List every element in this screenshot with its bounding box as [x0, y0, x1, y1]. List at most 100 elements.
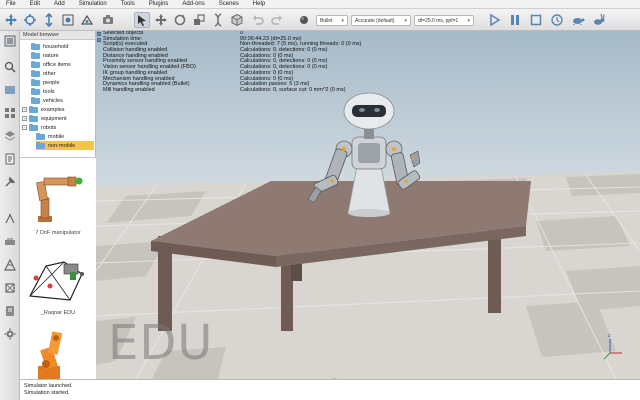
page-selector-icon[interactable] [3, 83, 17, 97]
menu-file[interactable]: File [6, 1, 16, 7]
calculation-modules-icon[interactable] [3, 212, 17, 226]
menu-tools[interactable]: Tools [121, 1, 135, 7]
menu-simulation[interactable]: Simulation [79, 1, 107, 7]
start-simulation-icon[interactable] [486, 12, 502, 28]
expand-icon[interactable]: + [22, 107, 27, 112]
edu-watermark: EDU [108, 315, 214, 371]
status-console: Simulator launched. Simulation started. [20, 379, 640, 400]
timestep-select[interactable]: dt=25.0 ms, ppf=1 ▾ [414, 15, 474, 26]
camera-angle-icon[interactable] [79, 12, 95, 28]
user-settings-icon[interactable] [3, 304, 17, 318]
script-editor-icon[interactable] [3, 152, 17, 166]
polygon-modules-icon[interactable] [3, 258, 17, 272]
tool-settings-icon[interactable] [3, 175, 17, 189]
move-camera-icon[interactable] [3, 12, 19, 28]
tree-item-vehicles[interactable]: vehicles [31, 96, 67, 105]
tree-item-equipment[interactable]: equipment [29, 114, 71, 123]
tree-item-people[interactable]: people [31, 78, 64, 87]
collection-modules-icon[interactable] [3, 235, 17, 249]
chevron-down-icon: ▾ [404, 17, 407, 24]
thumbnail-label-manipulator: 7 DoF manipulator [35, 230, 81, 236]
view-fit-icon[interactable] [60, 12, 76, 28]
layer-selector-icon[interactable] [3, 129, 17, 143]
tree-item-household[interactable]: household [31, 42, 72, 51]
object-rotate-icon[interactable] [172, 12, 188, 28]
pause-simulation-icon[interactable] [507, 12, 523, 28]
menu-help[interactable]: Help [253, 1, 265, 7]
tree-item-mobile[interactable]: mobile [36, 132, 68, 141]
model-tree: household nature office items other peop… [20, 40, 95, 158]
gear-icon[interactable] [3, 327, 17, 341]
menu-edit[interactable]: Edit [30, 1, 40, 7]
status-line: Simulation started. [24, 390, 70, 396]
undo-icon[interactable] [250, 12, 266, 28]
rabbit-fast-icon[interactable] [591, 12, 607, 28]
raqnar-thumbnail[interactable] [24, 248, 92, 306]
folder-icon [31, 69, 40, 77]
folder-icon [31, 87, 40, 95]
tree-item-examples[interactable]: examples [29, 105, 69, 114]
redo-icon[interactable] [269, 12, 285, 28]
folder-icon [31, 51, 40, 59]
timestep-value: dt=25.0 ms, ppf=1 [418, 17, 459, 24]
expand-icon[interactable]: + [22, 116, 27, 121]
rotate-camera-icon[interactable] [22, 12, 38, 28]
model-browser-title: Model browser [20, 31, 95, 40]
main-toolbar: Bullet ▾ Accurate (default) ▾ dt=25.0 ms, … [0, 9, 640, 31]
scene-selector-icon[interactable] [3, 106, 17, 120]
real-time-icon[interactable] [549, 12, 565, 28]
tree-item-label: household [43, 43, 69, 50]
tree-item-robots[interactable]: robots [29, 123, 60, 132]
manipulator-thumbnail[interactable] [28, 168, 88, 228]
tree-item-label: nature [43, 52, 59, 59]
toggle-box-icon[interactable] [97, 32, 101, 36]
menu-scenes[interactable]: Scenes [219, 1, 239, 7]
physics-engine-select[interactable]: Bullet ▾ [316, 15, 348, 26]
model-browser-icon[interactable] [3, 34, 17, 48]
transfer-dna-icon[interactable] [210, 12, 226, 28]
menu-bar: File Edit Add Simulation Tools Plugins A… [0, 0, 640, 9]
scene-hierarchy-icon[interactable] [3, 60, 17, 74]
menu-plugins[interactable]: Plugins [149, 1, 169, 7]
chevron-down-icon: ▾ [467, 17, 470, 24]
zoom-camera-icon[interactable] [41, 12, 57, 28]
folder-icon [31, 96, 40, 104]
info-key: Mill handling enabled [103, 86, 155, 93]
dynamics-icon[interactable] [296, 12, 312, 28]
collapse-icon[interactable]: − [22, 125, 27, 130]
folder-icon [31, 60, 40, 68]
toggle-box-icon[interactable] [97, 37, 101, 42]
cube-icon[interactable] [229, 12, 245, 28]
tree-item-label: other [43, 70, 56, 77]
fit-to-view-icon[interactable] [100, 12, 116, 28]
folder-icon [29, 123, 38, 131]
stop-simulation-icon[interactable] [528, 12, 544, 28]
turtle-slow-icon[interactable] [570, 12, 586, 28]
assembly-icon[interactable] [191, 12, 207, 28]
tree-item-office-items[interactable]: office items [31, 60, 75, 69]
tree-item-nature[interactable]: nature [31, 51, 63, 60]
folder-icon [31, 42, 40, 50]
physics-engine-value: Bullet [320, 17, 333, 24]
folder-icon [31, 78, 40, 86]
menu-addons[interactable]: Add-ons [182, 1, 204, 7]
tree-item-non-mobile[interactable]: non-mobile [36, 141, 94, 150]
model-thumbnails: 7 DoF manipulator _Raqnar EDU [20, 158, 96, 379]
industrial-robot-thumbnail[interactable] [28, 326, 88, 379]
tree-item-label: tools [43, 88, 55, 95]
tree-item-tools[interactable]: tools [31, 87, 59, 96]
shape-modules-icon[interactable] [3, 281, 17, 295]
tree-item-label: examples [41, 106, 65, 113]
tree-item-label: equipment [41, 115, 67, 122]
object-shift-icon[interactable] [153, 12, 169, 28]
tree-item-other[interactable]: other [31, 69, 60, 78]
thumbnail-label-raqnar: _Raqnar EDU [40, 310, 76, 316]
menu-add[interactable]: Add [54, 1, 65, 7]
folder-icon [29, 114, 38, 122]
scene-viewport[interactable]: z Selected objects 0 Simulation time: 00:0… [96, 31, 640, 379]
tree-item-label: vehicles [43, 97, 63, 104]
select-icon[interactable] [134, 12, 150, 28]
tree-item-label: mobile [48, 133, 65, 140]
accuracy-value: Accurate (default) [355, 17, 395, 24]
accuracy-select[interactable]: Accurate (default) ▾ [351, 15, 411, 26]
